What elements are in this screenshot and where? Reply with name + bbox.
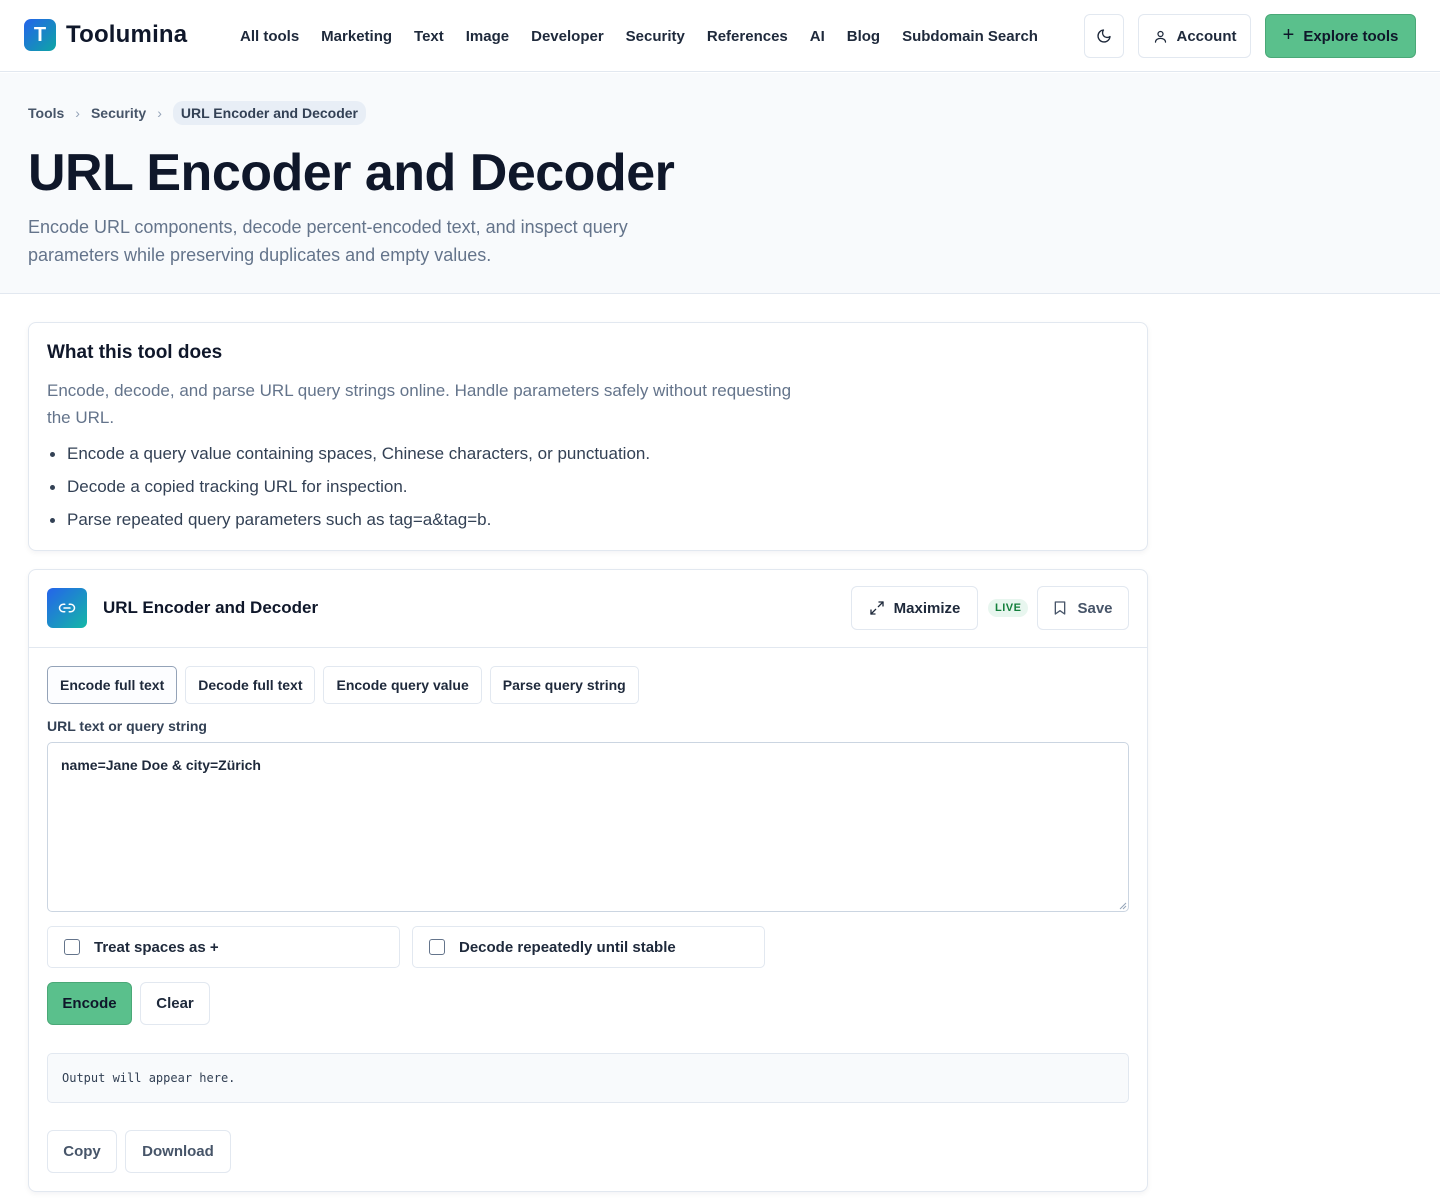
breadcrumb: Tools › Security › URL Encoder and Decod… bbox=[28, 101, 367, 125]
nav-item-security[interactable]: Security bbox=[626, 28, 685, 45]
chevron-right-icon: › bbox=[75, 105, 80, 121]
save-button[interactable]: Save bbox=[1037, 586, 1129, 630]
explore-tools-button[interactable]: + Explore tools bbox=[1265, 14, 1416, 58]
nav-item-references[interactable]: References bbox=[707, 28, 788, 45]
treat-spaces-label: Treat spaces as + bbox=[94, 938, 219, 956]
output-placeholder: Output will appear here. bbox=[62, 1071, 236, 1085]
treat-spaces-checkbox[interactable] bbox=[64, 939, 80, 955]
treat-spaces-as-plus-option[interactable]: Treat spaces as + bbox=[47, 926, 400, 968]
output-box[interactable]: Output will appear here. bbox=[47, 1053, 1129, 1103]
info-title: What this tool does bbox=[47, 342, 223, 363]
bookmark-icon bbox=[1055, 601, 1066, 615]
explore-tools-label: Explore tools bbox=[1303, 27, 1399, 45]
expand-icon bbox=[869, 601, 884, 615]
tool-panel: URL Encoder and Decoder Maximize LIVE Sa… bbox=[28, 569, 1148, 1192]
nav-item-subdomain-search[interactable]: Subdomain Search bbox=[902, 28, 1038, 45]
encode-button[interactable]: Encode bbox=[47, 982, 132, 1025]
tool-name: URL Encoder and Decoder bbox=[103, 598, 319, 617]
nav-item-image[interactable]: Image bbox=[466, 28, 509, 45]
chevron-right-icon: › bbox=[157, 105, 162, 121]
download-button[interactable]: Download bbox=[125, 1130, 231, 1173]
nav-item-all-tools[interactable]: All tools bbox=[240, 28, 299, 45]
tool-panel-header: URL Encoder and Decoder Maximize LIVE Sa… bbox=[29, 570, 1147, 648]
user-icon bbox=[1154, 30, 1166, 43]
page-hero: Tools › Security › URL Encoder and Decod… bbox=[0, 73, 1440, 294]
resize-handle-icon[interactable] bbox=[1119, 902, 1127, 910]
nav-item-developer[interactable]: Developer bbox=[531, 28, 604, 45]
tab-decode-full-text[interactable]: Decode full text bbox=[185, 666, 316, 704]
live-badge: LIVE bbox=[988, 599, 1029, 617]
input-label: URL text or query string bbox=[47, 718, 207, 734]
brand-name: Toolumina bbox=[66, 21, 188, 48]
mode-tabs: Encode full text Decode full text Encode… bbox=[47, 666, 647, 704]
theme-toggle-button[interactable] bbox=[1084, 14, 1124, 58]
copy-button[interactable]: Copy bbox=[47, 1130, 117, 1173]
save-label: Save bbox=[1077, 599, 1113, 617]
top-navigation-bar: T Toolumina All tools Marketing Text Ima… bbox=[0, 0, 1440, 72]
breadcrumb-current: URL Encoder and Decoder bbox=[172, 101, 367, 125]
info-bullet-list: Encode a query value containing spaces, … bbox=[49, 442, 650, 541]
nav-item-blog[interactable]: Blog bbox=[847, 28, 880, 45]
page-subtitle: Encode URL components, decode percent-en… bbox=[28, 217, 628, 265]
maximize-label: Maximize bbox=[893, 599, 961, 617]
list-item: Parse repeated query parameters such as … bbox=[49, 508, 650, 541]
clear-button[interactable]: Clear bbox=[140, 982, 210, 1025]
nav-item-text[interactable]: Text bbox=[414, 28, 444, 45]
tab-parse-query-string[interactable]: Parse query string bbox=[489, 666, 639, 704]
info-description: Encode, decode, and parse URL query stri… bbox=[47, 381, 792, 427]
link-icon bbox=[47, 588, 87, 628]
decode-repeatedly-label: Decode repeatedly until stable bbox=[459, 938, 676, 956]
tool-info-card: What this tool does Encode, decode, and … bbox=[28, 322, 1148, 551]
url-text-input[interactable]: name=Jane Doe & city=Zürich bbox=[47, 742, 1129, 912]
nav-item-marketing[interactable]: Marketing bbox=[321, 28, 392, 45]
list-item: Encode a query value containing spaces, … bbox=[49, 442, 650, 475]
list-item: Decode a copied tracking URL for inspect… bbox=[49, 475, 650, 508]
tab-encode-full-text[interactable]: Encode full text bbox=[47, 666, 178, 704]
breadcrumb-item-tools[interactable]: Tools bbox=[28, 105, 64, 121]
moon-icon bbox=[1097, 29, 1111, 43]
page-title: URL Encoder and Decoder bbox=[28, 144, 675, 202]
decode-repeatedly-option[interactable]: Decode repeatedly until stable bbox=[412, 926, 765, 968]
plus-icon: + bbox=[1282, 23, 1295, 46]
decode-repeatedly-checkbox[interactable] bbox=[429, 939, 445, 955]
maximize-button[interactable]: Maximize bbox=[851, 586, 978, 630]
account-button[interactable]: Account bbox=[1138, 14, 1251, 58]
breadcrumb-item-security[interactable]: Security bbox=[91, 105, 146, 121]
nav-item-ai[interactable]: AI bbox=[810, 28, 825, 45]
brand[interactable]: T Toolumina bbox=[24, 19, 187, 51]
brand-logo-icon: T bbox=[24, 19, 56, 51]
tab-encode-query-value[interactable]: Encode query value bbox=[323, 666, 482, 704]
main-nav: All tools Marketing Text Image Developer… bbox=[240, 0, 1060, 72]
account-label: Account bbox=[1176, 27, 1237, 45]
